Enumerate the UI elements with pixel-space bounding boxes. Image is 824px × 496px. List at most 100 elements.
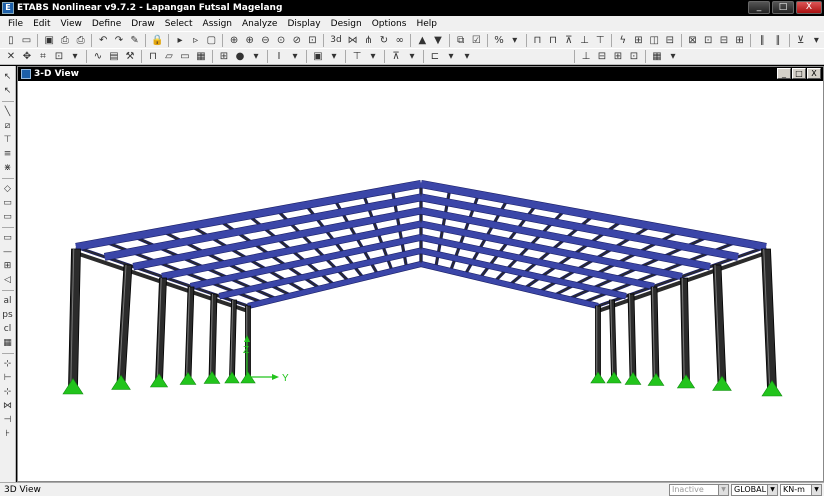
- print-preview-icon[interactable]: ⎙: [74, 34, 88, 47]
- select-pointer-icon[interactable]: ↖: [2, 71, 14, 83]
- units-select[interactable]: KN-m ▼: [780, 484, 822, 496]
- snap-mid-icon[interactable]: ⊹: [2, 386, 14, 398]
- chevron-down-icon[interactable]: ▼: [811, 485, 821, 495]
- ps-icon[interactable]: ps: [2, 309, 14, 321]
- reshape-icon[interactable]: ⌗: [36, 50, 50, 63]
- menu-assign[interactable]: Assign: [198, 19, 237, 29]
- check-icon[interactable]: ⊡: [701, 34, 715, 47]
- menu-display[interactable]: Display: [282, 19, 325, 29]
- support-icon[interactable]: [712, 375, 732, 391]
- support-icon[interactable]: [761, 380, 783, 397]
- print-icon[interactable]: ⎙: [58, 34, 72, 47]
- support-icon[interactable]: [676, 374, 696, 389]
- zoom-out-icon[interactable]: ⊖: [259, 34, 273, 47]
- dropdown-arrow-icon[interactable]: ▾: [666, 50, 680, 63]
- lock-icon[interactable]: 🔒: [150, 34, 164, 47]
- rotate-icon[interactable]: ↻: [377, 34, 391, 47]
- menu-select[interactable]: Select: [160, 19, 198, 29]
- text-icon[interactable]: I: [272, 50, 286, 63]
- new-icon[interactable]: ▯: [4, 34, 18, 47]
- design-icon[interactable]: ⊠: [686, 34, 700, 47]
- clr-icon[interactable]: cl: [2, 323, 14, 335]
- tools-icon[interactable]: ⚒: [123, 50, 137, 63]
- support-icon[interactable]: [111, 374, 131, 390]
- z-axis-label[interactable]: Z: [243, 345, 249, 356]
- draw-opening-icon[interactable]: ▭: [2, 197, 14, 209]
- grid-icon[interactable]: ⊞: [632, 34, 646, 47]
- column[interactable]: [208, 293, 218, 379]
- up-arrow-icon[interactable]: ▲: [415, 34, 429, 47]
- all-select-icon[interactable]: al: [2, 295, 14, 307]
- support-icon[interactable]: [647, 372, 665, 386]
- column[interactable]: [650, 286, 660, 381]
- support-icon[interactable]: [62, 378, 84, 395]
- draw-floor-icon[interactable]: ▭: [2, 211, 14, 223]
- chevron-down-icon[interactable]: ▼: [718, 485, 728, 495]
- dropdown-arrow-icon[interactable]: ▾: [460, 50, 474, 63]
- steel-icon[interactable]: ⊟: [717, 34, 731, 47]
- structure-model[interactable]: ZY: [18, 81, 823, 481]
- draw-section-icon[interactable]: ◁: [2, 274, 14, 286]
- child-close-button[interactable]: X: [807, 68, 821, 79]
- menu-analyze[interactable]: Analyze: [237, 19, 282, 29]
- menu-edit[interactable]: Edit: [28, 19, 55, 29]
- elevation-icon[interactable]: ⋔: [361, 34, 375, 47]
- support-icon[interactable]: [179, 371, 197, 385]
- snap-intersect-icon[interactable]: ⋈: [2, 400, 14, 412]
- minimize-button[interactable]: _: [748, 1, 770, 14]
- redo-icon[interactable]: ↷: [112, 34, 126, 47]
- chart-icon[interactable]: ▤: [107, 50, 121, 63]
- menu-draw[interactable]: Draw: [126, 19, 160, 29]
- color-icon[interactable]: ▣: [311, 50, 325, 63]
- draw-brace-icon[interactable]: ⧄: [2, 120, 14, 132]
- draw-grid-icon[interactable]: ⊞: [2, 260, 14, 272]
- design-beam-icon[interactable]: ⊟: [595, 50, 609, 63]
- run-icon[interactable]: ▸: [173, 34, 187, 47]
- design-column-icon[interactable]: ⊞: [611, 50, 625, 63]
- dropdown-arrow-icon[interactable]: ▾: [366, 50, 380, 63]
- view-window-icon[interactable]: [21, 69, 31, 79]
- menu-view[interactable]: View: [56, 19, 87, 29]
- child-minimize-button[interactable]: _: [777, 68, 791, 79]
- draw-rect-icon[interactable]: ▭: [2, 232, 14, 244]
- area-icon[interactable]: ▭: [178, 50, 192, 63]
- display-icon[interactable]: ⊏: [428, 50, 442, 63]
- dropdown-arrow-icon[interactable]: ▾: [249, 50, 263, 63]
- open-icon[interactable]: ▭: [20, 34, 34, 47]
- column[interactable]: [68, 248, 81, 388]
- grid-icon[interactable]: ⊞: [217, 50, 231, 63]
- column[interactable]: [680, 277, 690, 383]
- replicate-icon[interactable]: ⊡: [52, 50, 66, 63]
- close-button[interactable]: X: [796, 1, 822, 14]
- move-icon[interactable]: ✥: [20, 50, 34, 63]
- step-icon[interactable]: ▹: [189, 34, 203, 47]
- assign-icon[interactable]: %: [492, 34, 506, 47]
- menu-help[interactable]: Help: [411, 19, 442, 29]
- menu-options[interactable]: Options: [367, 19, 412, 29]
- menu-file[interactable]: File: [3, 19, 28, 29]
- coord-system-select[interactable]: GLOBAL ▼: [731, 484, 778, 496]
- y-axis-label[interactable]: Y: [282, 373, 289, 384]
- dropdown-arrow-icon[interactable]: ▾: [327, 50, 341, 63]
- draw-link-icon[interactable]: —: [2, 246, 14, 258]
- section-cut-icon[interactable]: ⊟: [663, 34, 677, 47]
- frame-icon[interactable]: ⊓: [146, 50, 160, 63]
- snap-perp-icon[interactable]: ⊣: [2, 414, 14, 426]
- pencil-icon[interactable]: ✎: [128, 34, 142, 47]
- camera-icon[interactable]: ◫: [647, 34, 661, 47]
- down-arrow-icon[interactable]: ▼: [431, 34, 445, 47]
- support-icon[interactable]: [149, 373, 169, 388]
- loads-icon[interactable]: ⊻: [794, 34, 808, 47]
- beam-icon[interactable]: ⊓: [546, 34, 560, 47]
- snap-line-icon[interactable]: ⊦: [2, 428, 14, 440]
- zoom-prev-icon[interactable]: ⊙: [274, 34, 288, 47]
- brace-icon[interactable]: ⊤: [593, 34, 607, 47]
- frame-select-icon[interactable]: ▢: [205, 34, 219, 47]
- plan-icon[interactable]: ⋈: [346, 34, 360, 47]
- support-icon[interactable]: [606, 371, 622, 384]
- wall-design-icon[interactable]: ▦: [650, 50, 664, 63]
- child-maximize-button[interactable]: □: [792, 68, 806, 79]
- y-arrow-icon[interactable]: [272, 374, 279, 380]
- design-brace-icon[interactable]: ⊡: [627, 50, 641, 63]
- zoom-in-icon[interactable]: ⊕: [243, 34, 257, 47]
